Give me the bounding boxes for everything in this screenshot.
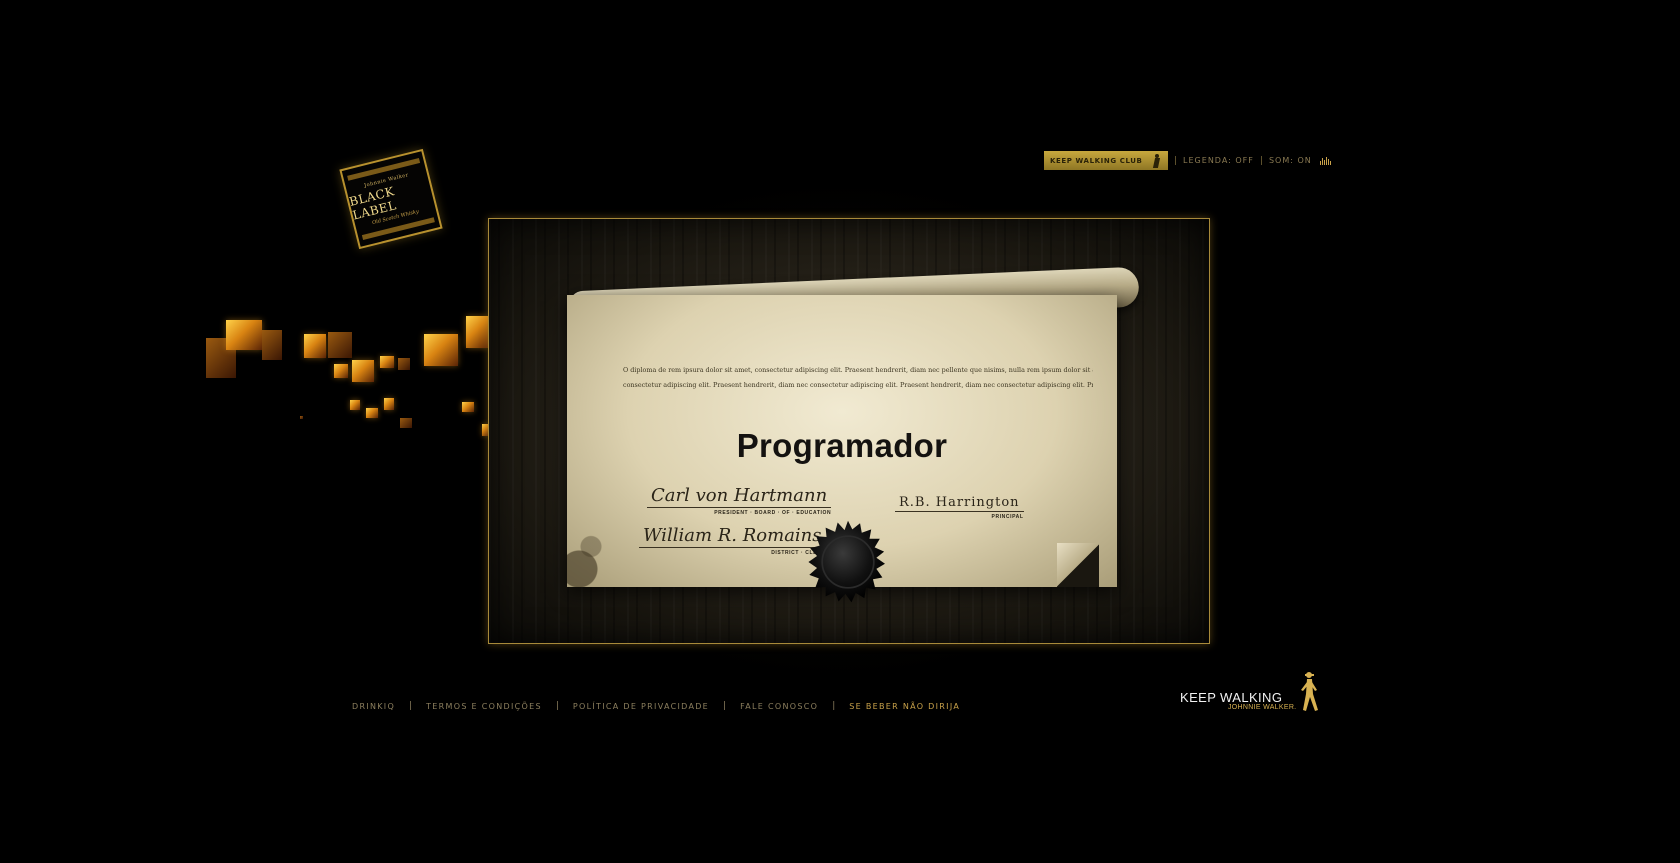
diploma-title: Programador [736,427,948,464]
diploma-body-line: consectetur adipiscing elit. Praesent he… [623,381,1093,389]
mosaic-tile [384,398,394,410]
mosaic-tile [380,356,394,368]
legend-toggle[interactable]: LEGENDA: OFF [1183,156,1254,165]
signature-clerk: William R. Romains DISTRICT · CLERK [639,525,826,556]
footer-separator: | [555,701,559,711]
club-button-label: KEEP WALKING CLUB [1050,156,1143,165]
striding-man-icon [1301,672,1318,711]
mosaic-tile [400,418,412,428]
mosaic-tile [304,334,326,358]
mosaic-tile [462,402,474,412]
footer-separator: | [409,701,413,711]
mosaic-tile [466,316,488,348]
signature-role: PRESIDENT · BOARD · OF · EDUCATION [714,510,832,516]
main-panel: O diploma de rem ipsura dolor sit amet, … [488,218,1210,644]
mosaic-tile [262,330,282,360]
footer-link-drink-responsibly[interactable]: SE BEBER NÃO DIRIJA [849,702,960,711]
diploma-body-line: O diploma de rem ipsura dolor sit amet, … [623,366,1093,374]
footer-nav: DRINKIQ | TERMOS E CONDIÇÕES | POLÍTICA … [352,701,960,711]
diploma-body-text: O diploma de rem ipsura dolor sit amet, … [623,363,1093,393]
page-background: Johnnie Walker BLACK LABEL Old Scotch Wh… [0,0,1680,863]
mosaic-tile [424,334,458,366]
signature-principal: R.B. Harrington PRINCIPAL [895,495,1024,520]
signature-name: Carl von Hartmann [647,485,832,508]
sound-bars-icon[interactable] [1319,156,1331,165]
mosaic-tile [398,358,410,370]
signature-role: DISTRICT · CLERK [771,550,826,556]
signature-role: PRINCIPAL [991,514,1024,520]
footer-link-contact[interactable]: FALE CONOSCO [740,702,818,711]
page-curl [1057,543,1099,587]
signature-president: Carl von Hartmann PRESIDENT · BOARD · OF… [647,485,832,516]
keep-walking-logo[interactable]: KEEP WALKING JOHNNIE WALKER. [1180,670,1320,714]
fire-mosaic [200,312,490,442]
sound-toggle[interactable]: SOM: ON [1269,156,1312,165]
mosaic-tile [334,364,348,378]
mosaic-tile [328,332,352,358]
separator: | [1174,155,1178,166]
mosaic-tile [300,416,303,419]
footer-link-privacy[interactable]: POLÍTICA DE PRIVACIDADE [573,702,709,711]
mosaic-tile [352,360,374,382]
footer-link-drinkiq[interactable]: DRINKIQ [352,702,395,711]
logo-headline: KEEP WALKING [1180,690,1283,705]
footer-separator: | [832,701,836,711]
filigree-ornament [567,497,627,587]
utility-bar: KEEP WALKING CLUB | LEGENDA: OFF | SOM: … [1044,151,1331,170]
mosaic-tile [366,408,378,418]
signature-name: R.B. Harrington [895,495,1024,512]
signature-name: William R. Romains [639,525,826,548]
diploma-certificate: O diploma de rem ipsura dolor sit amet, … [567,295,1117,603]
keep-walking-club-button[interactable]: KEEP WALKING CLUB [1044,151,1168,170]
footer-separator: | [723,701,727,711]
black-label-logo[interactable]: Johnnie Walker BLACK LABEL Old Scotch Wh… [339,148,443,250]
footer-link-terms[interactable]: TERMOS E CONDIÇÕES [426,702,542,711]
separator: | [1259,155,1263,166]
logo-subline: JOHNNIE WALKER. [1228,704,1297,711]
wax-seal-icon [808,520,885,603]
mosaic-tile [350,400,360,410]
striding-man-icon [1152,153,1162,168]
mosaic-tile [226,320,262,350]
